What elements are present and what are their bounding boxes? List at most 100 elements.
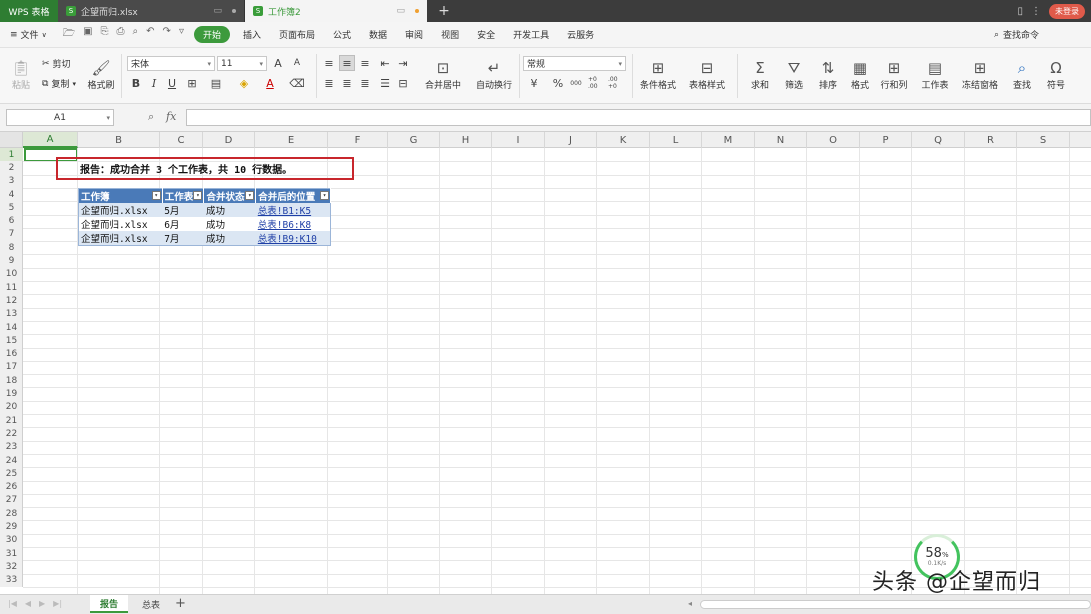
new-tab-plus-icon[interactable]: + xyxy=(427,0,461,22)
tab-data[interactable]: 数据 xyxy=(360,28,396,41)
file-menu[interactable]: ≡ 文件 ∨ xyxy=(0,28,57,42)
fill-style-icon[interactable]: ▤ xyxy=(208,75,224,91)
worksheet-button[interactable]: ▤ 工作表 xyxy=(916,54,954,98)
copy-button[interactable]: ⧉ 复制 ▾ xyxy=(42,77,76,91)
column-header-j[interactable]: J xyxy=(545,132,597,148)
export-icon[interactable]: ⎘ xyxy=(101,26,109,43)
row-header-11[interactable]: 11 xyxy=(0,281,23,294)
zoom-icon[interactable]: ⌕ xyxy=(148,110,154,124)
cell-location-link[interactable]: 总表!B6:K8 xyxy=(255,217,331,231)
cut-button[interactable]: ✂ 剪切 xyxy=(42,57,71,71)
row-header-31[interactable]: 31 xyxy=(0,547,23,560)
align-right-icon[interactable]: ≣ xyxy=(357,75,373,91)
report-message-cell[interactable]: 报告：成功合并 3 个工作表，共 10 行数据。 xyxy=(56,157,354,180)
tab-review[interactable]: 审阅 xyxy=(396,28,432,41)
row-header-27[interactable]: 27 xyxy=(0,494,23,507)
save-icon[interactable]: ▣ xyxy=(83,26,92,43)
align-center-icon[interactable]: ≣ xyxy=(339,75,355,91)
header-status[interactable]: 合并状态 ▾ xyxy=(203,188,257,203)
cell-workbook[interactable]: 企望而归.xlsx xyxy=(78,217,163,231)
select-all-corner[interactable] xyxy=(0,132,23,148)
sheet-tab-report[interactable]: 报告 xyxy=(90,595,128,613)
last-sheet-icon[interactable]: ▶| xyxy=(53,599,62,608)
scroll-left-icon[interactable]: ◂ xyxy=(688,599,692,608)
thousands-separator-button[interactable]: 000 xyxy=(568,75,584,91)
column-header-i[interactable]: I xyxy=(492,132,545,148)
more-icon[interactable]: ⋮ xyxy=(1031,6,1041,17)
tab-insert[interactable]: 插入 xyxy=(234,28,270,41)
row-header-14[interactable]: 14 xyxy=(0,321,23,334)
cell-workbook[interactable]: 企望而归.xlsx xyxy=(78,203,163,217)
row-col-button[interactable]: ⊞ 行和列 xyxy=(876,54,912,98)
column-header-q[interactable]: Q xyxy=(912,132,965,148)
table-style-button[interactable]: ⊟ 表格样式 xyxy=(684,54,730,98)
indent-increase-icon[interactable]: ⇥ xyxy=(395,55,411,71)
header-location[interactable]: 合并后的位置 ▾ xyxy=(255,188,331,203)
column-header-n[interactable]: N xyxy=(755,132,807,148)
first-sheet-icon[interactable]: |◀ xyxy=(8,599,17,608)
paste-button[interactable]: 📋︎ 粘贴 xyxy=(6,54,36,98)
formula-input[interactable] xyxy=(186,109,1091,126)
prev-sheet-icon[interactable]: ◀ xyxy=(25,599,31,608)
undo-icon[interactable]: ↶ xyxy=(146,26,154,43)
row-header-12[interactable]: 12 xyxy=(0,294,23,307)
row-header-17[interactable]: 17 xyxy=(0,361,23,374)
header-worksheet[interactable]: 工作表 ▾ xyxy=(162,188,205,203)
cell-worksheet[interactable]: 7月 xyxy=(162,231,204,246)
row-header-21[interactable]: 21 xyxy=(0,414,23,427)
column-header-b[interactable]: B xyxy=(78,132,160,148)
row-header-4[interactable]: 4 xyxy=(0,188,23,201)
align-middle-icon[interactable]: ≡ xyxy=(339,55,355,71)
horizontal-scrollbar[interactable] xyxy=(700,600,1091,609)
italic-button[interactable]: I xyxy=(146,75,162,91)
tab-workbook-1[interactable]: S 企望而归.xlsx ▭ xyxy=(58,0,245,22)
row-header-32[interactable]: 32 xyxy=(0,560,23,573)
open-icon[interactable]: 🗁 xyxy=(63,26,75,43)
name-box[interactable]: A1 ▾ xyxy=(6,109,114,126)
column-header-h[interactable]: H xyxy=(440,132,492,148)
cell-status[interactable]: 成功 xyxy=(203,231,256,246)
column-header-e[interactable]: E xyxy=(255,132,328,148)
filter-dropdown-icon[interactable]: ▾ xyxy=(151,191,161,200)
cell-worksheet[interactable]: 6月 xyxy=(162,217,204,231)
filter-dropdown-icon[interactable]: ▾ xyxy=(245,191,255,200)
row-header-5[interactable]: 5 xyxy=(0,201,23,214)
tab-security[interactable]: 安全 xyxy=(468,28,504,41)
cell-location-link[interactable]: 总表!B1:K5 xyxy=(255,203,331,217)
decrease-decimal-button[interactable]: .00 +0 xyxy=(608,75,628,91)
font-family-select[interactable]: 宋体 ▾ xyxy=(127,56,215,71)
tab-cloud[interactable]: 云服务 xyxy=(558,28,603,41)
row-header-26[interactable]: 26 xyxy=(0,481,23,494)
cell-status[interactable]: 成功 xyxy=(203,203,256,217)
redo-icon[interactable]: ↷ xyxy=(163,26,171,43)
row-header-28[interactable]: 28 xyxy=(0,507,23,520)
column-header-a[interactable]: A xyxy=(23,132,78,148)
column-header-l[interactable]: L xyxy=(650,132,702,148)
tab-home[interactable]: 开始 xyxy=(193,26,230,43)
monitor-icon[interactable]: ▭ xyxy=(396,6,405,16)
justify-icon[interactable]: ☰ xyxy=(377,75,393,91)
cell-location-link[interactable]: 总表!B9:K10 xyxy=(255,231,331,246)
tab-formulas[interactable]: 公式 xyxy=(324,28,360,41)
row-header-29[interactable]: 29 xyxy=(0,520,23,533)
fx-icon[interactable]: fx xyxy=(166,110,176,123)
font-shrink-icon[interactable]: A xyxy=(289,55,305,71)
customize-icon[interactable]: ▿ xyxy=(179,26,184,43)
row-header-2[interactable]: 2 xyxy=(0,161,23,174)
row-header-22[interactable]: 22 xyxy=(0,427,23,440)
command-search[interactable]: ⌕ 查找命令 xyxy=(994,28,1091,42)
format-button[interactable]: ▦ 格式 xyxy=(844,54,876,98)
preview-icon[interactable]: ⌕ xyxy=(133,26,139,43)
tab-developer[interactable]: 开发工具 xyxy=(504,28,558,41)
row-header-1[interactable]: 1 xyxy=(0,148,23,162)
sheet-tab-summary[interactable]: 总表 xyxy=(132,595,170,613)
column-header-g[interactable]: G xyxy=(388,132,440,148)
filter-dropdown-icon[interactable]: ▾ xyxy=(320,191,329,200)
wrap-text-button[interactable]: ↵ 自动换行 xyxy=(472,54,516,98)
distribute-icon[interactable]: ⊟ xyxy=(395,75,411,91)
sum-button[interactable]: Σ 求和 xyxy=(744,54,776,98)
column-header-c[interactable]: C xyxy=(160,132,203,148)
print-icon[interactable]: ⎙ xyxy=(117,26,125,43)
format-painter-button[interactable]: 🖌︎ 格式刷 xyxy=(86,54,116,98)
tab-page-layout[interactable]: 页面布局 xyxy=(270,28,324,41)
